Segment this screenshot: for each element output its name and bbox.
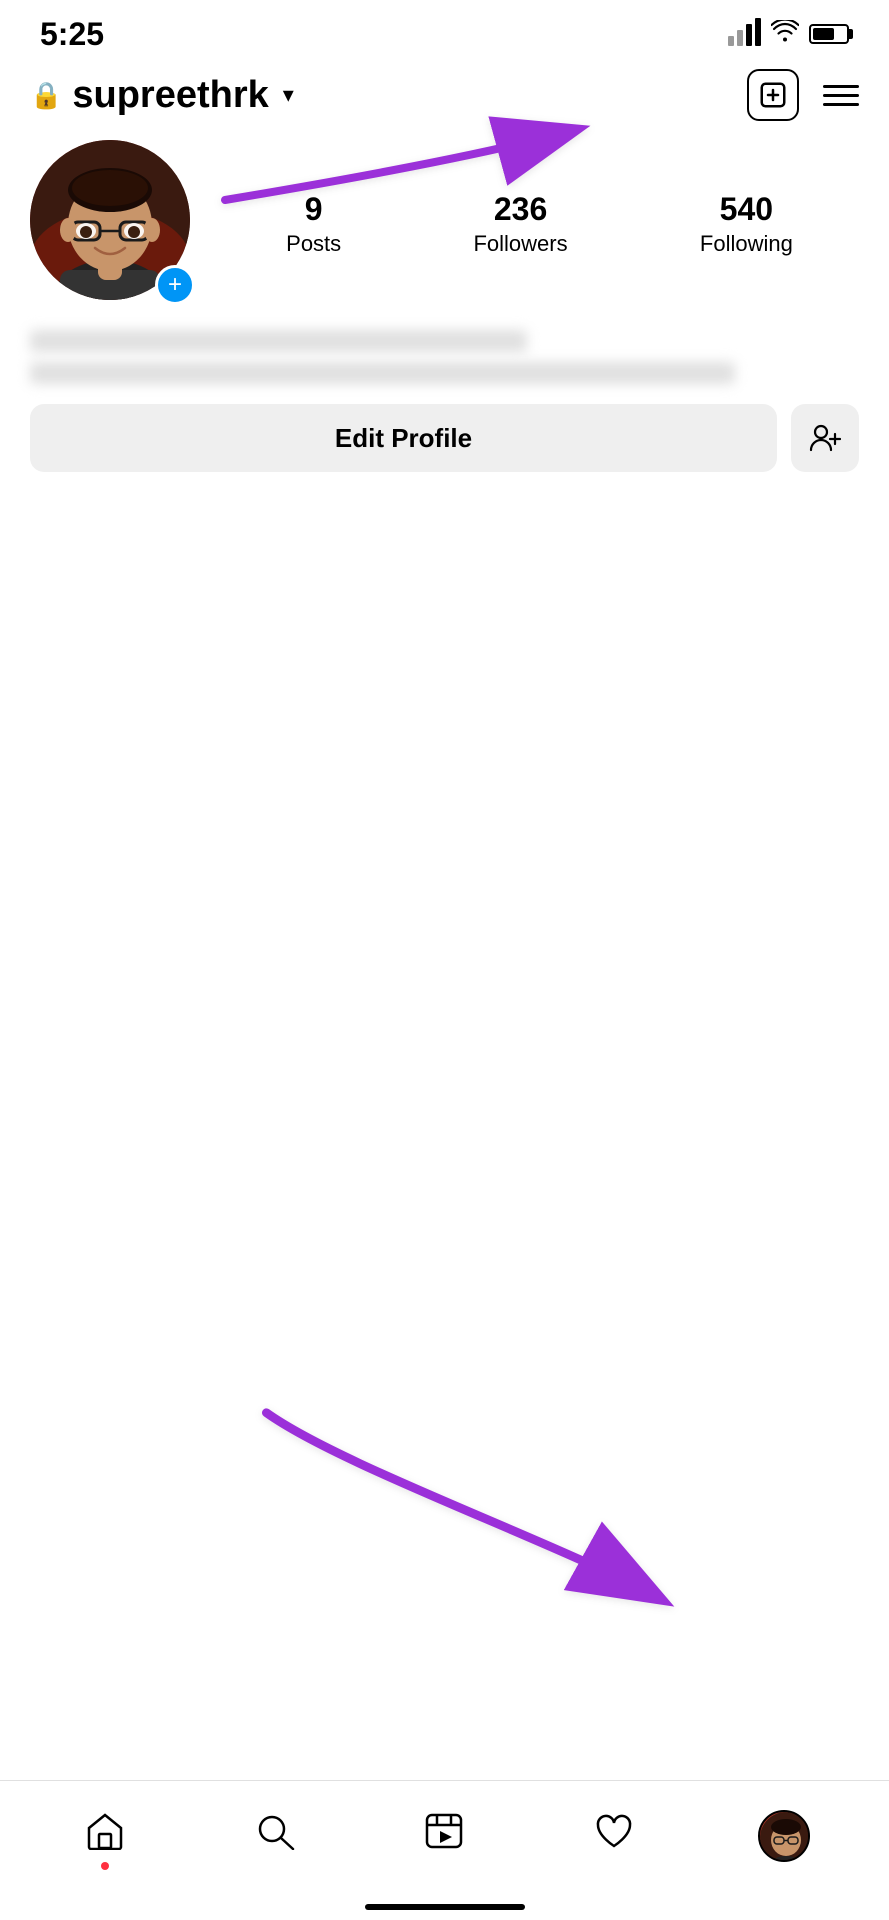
action-buttons: Edit Profile (30, 404, 859, 472)
followers-count: 236 (494, 193, 547, 225)
menu-line (823, 94, 859, 97)
bottom-nav (0, 1780, 889, 1920)
signal-icon (728, 22, 761, 46)
bio-line-1 (30, 330, 527, 352)
wifi-icon (771, 20, 799, 49)
menu-button[interactable] (823, 85, 859, 106)
annotation-arrow-bottom (170, 1380, 690, 1620)
profile-section: + 9 Posts 236 Followers 540 Following Ed… (0, 130, 889, 492)
header-right (747, 69, 859, 121)
home-icon (85, 1812, 125, 1860)
menu-line (823, 85, 859, 88)
nav-profile[interactable] (744, 1806, 824, 1866)
username: supreethrk (72, 74, 268, 117)
home-notification-dot (101, 1862, 109, 1870)
new-post-button[interactable] (747, 69, 799, 121)
heart-icon (594, 1812, 634, 1860)
status-time: 5:25 (40, 16, 104, 53)
posts-label: Posts (286, 231, 341, 257)
lock-icon: 🔒 (30, 80, 62, 111)
chevron-down-icon[interactable]: ▾ (283, 82, 294, 108)
header: 🔒 supreethrk ▾ (0, 60, 889, 130)
nav-activity[interactable] (574, 1806, 654, 1866)
nav-home[interactable] (65, 1806, 145, 1866)
profile-top: + 9 Posts 236 Followers 540 Following (30, 140, 859, 310)
avatar-wrapper: + (30, 140, 200, 310)
nav-search[interactable] (235, 1806, 315, 1866)
followers-label: Followers (473, 231, 567, 257)
add-story-button[interactable]: + (155, 265, 195, 305)
reels-icon (424, 1812, 464, 1860)
nav-profile-avatar (758, 1810, 810, 1862)
posts-stat[interactable]: 9 Posts (286, 193, 341, 257)
following-stat[interactable]: 540 Following (700, 193, 793, 257)
menu-line (823, 103, 859, 106)
nav-reels[interactable] (404, 1806, 484, 1866)
add-friend-button[interactable] (791, 404, 859, 472)
header-left: 🔒 supreethrk ▾ (30, 74, 294, 117)
search-icon (255, 1812, 295, 1860)
battery-icon (809, 24, 849, 44)
home-indicator (365, 1904, 525, 1910)
edit-profile-button[interactable]: Edit Profile (30, 404, 777, 472)
status-icons (728, 20, 849, 49)
status-bar: 5:25 (0, 0, 889, 60)
followers-stat[interactable]: 236 Followers (473, 193, 567, 257)
bio-section (30, 330, 859, 384)
stats-container: 9 Posts 236 Followers 540 Following (200, 193, 859, 257)
bio-line-2 (30, 362, 735, 384)
following-count: 540 (720, 193, 773, 225)
following-label: Following (700, 231, 793, 257)
posts-count: 9 (305, 193, 323, 225)
